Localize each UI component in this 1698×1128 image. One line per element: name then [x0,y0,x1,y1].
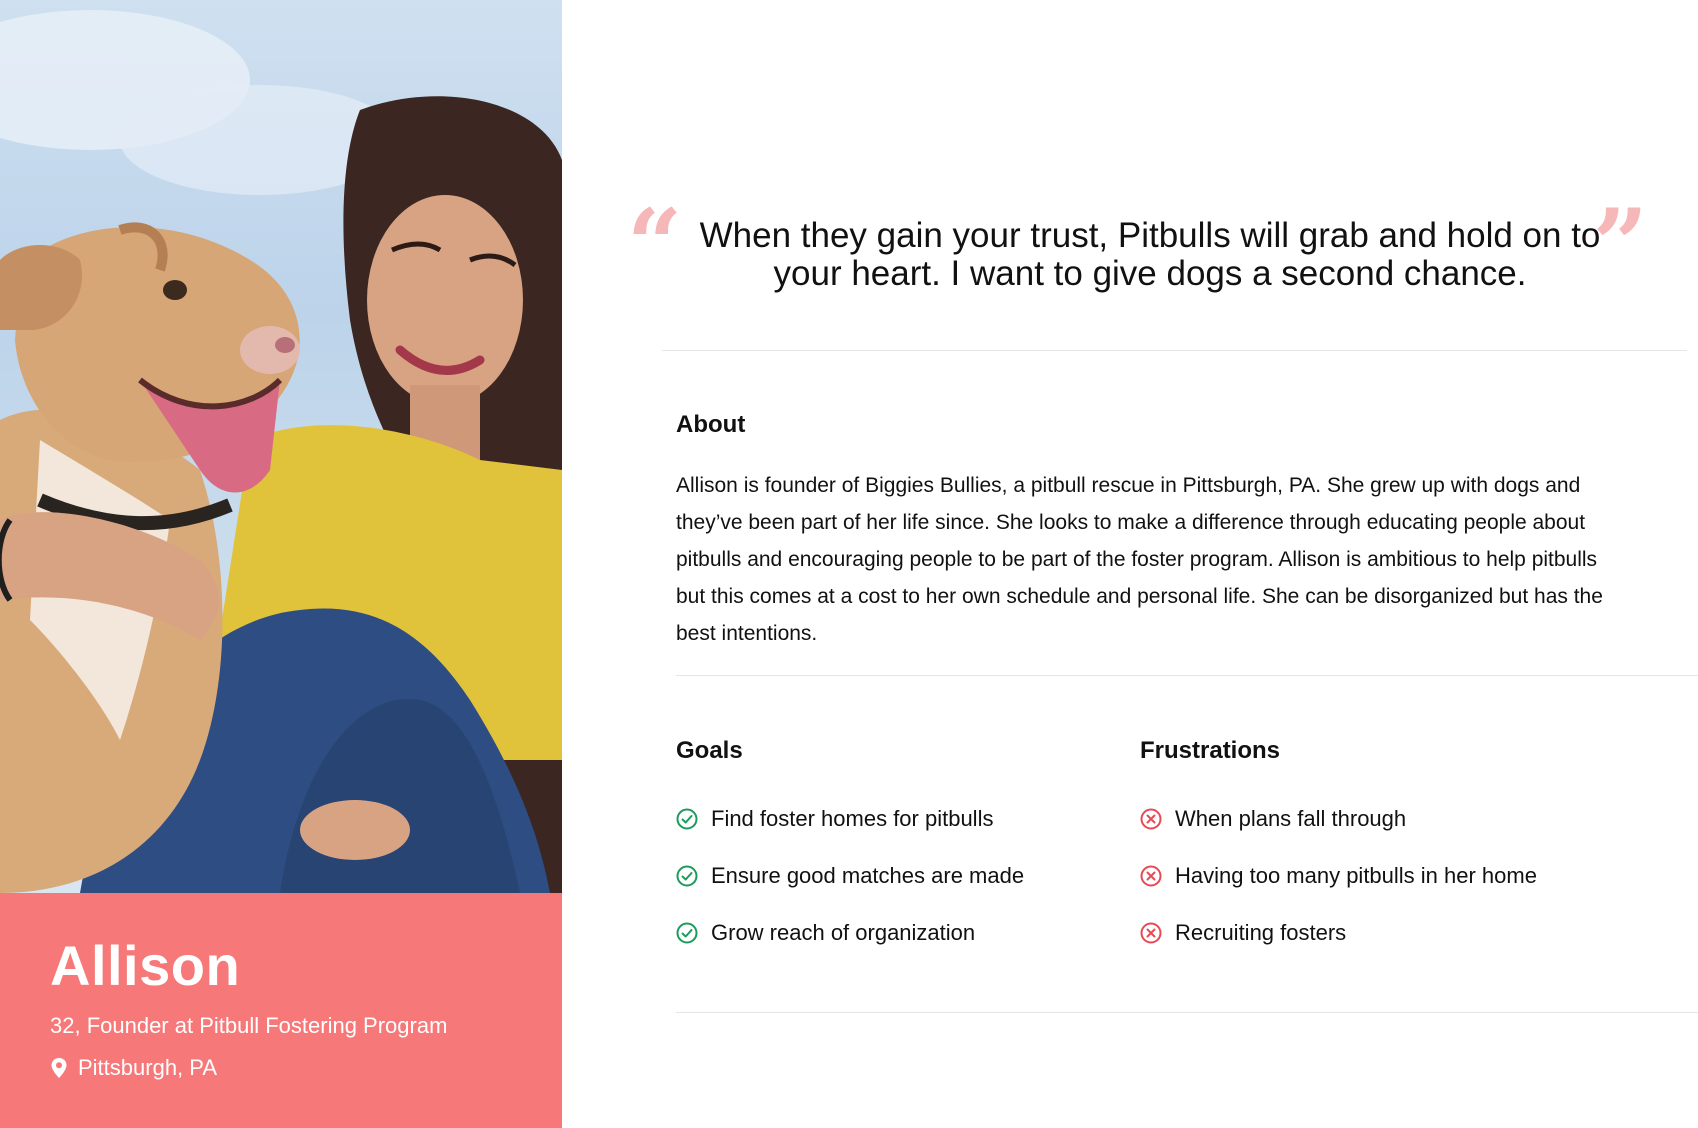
persona-role: 32, Founder at Pitbull Fostering Program [50,1013,448,1038]
frustration-text: When plans fall through [1175,805,1407,831]
frustrations-title: Frustrations [1140,737,1281,764]
check-circle-icon [676,808,698,829]
divider [676,1012,1698,1013]
goal-item: Ensure good matches are made [676,847,1024,904]
x-circle-icon [1140,808,1162,829]
quote-text: When they gain your trust, Pitbulls will… [699,216,1601,293]
frustrations-list: When plans fall through Having too many … [1140,790,1537,961]
open-quote-icon: “ [627,188,683,301]
frustration-item: When plans fall through [1140,790,1537,847]
frustration-text: Recruiting fosters [1175,919,1347,945]
goal-item: Find foster homes for pitbulls [676,790,1024,847]
goals-title: Goals [676,737,743,764]
frustration-item: Recruiting fosters [1140,904,1537,961]
persona-name: Allison [50,934,241,997]
persona-card: Allison 32, Founder at Pitbull Fostering… [0,893,562,1128]
check-circle-icon [676,922,698,943]
divider [676,675,1698,676]
frustration-item: Having too many pitbulls in her home [1140,847,1537,904]
persona-location: Pittsburgh, PA [50,1055,217,1081]
about-title: About [676,411,746,438]
x-circle-icon [1140,865,1162,886]
check-circle-icon [676,865,698,886]
map-pin-icon [51,1058,67,1078]
divider [662,350,1687,351]
persona-photo [0,0,562,893]
goal-text: Ensure good matches are made [711,862,1025,888]
goal-text: Find foster homes for pitbulls [711,805,994,831]
x-circle-icon [1140,922,1162,943]
frustration-text: Having too many pitbulls in her home [1175,862,1537,888]
goal-item: Grow reach of organization [676,904,1024,961]
persona-location-text: Pittsburgh, PA [78,1055,217,1080]
woman-with-dog-photo-illustration [0,10,562,893]
about-text: Allison is founder of Biggies Bullies, a… [676,474,1603,645]
goal-text: Grow reach of organization [711,919,976,945]
close-quote-icon: ” [1592,188,1648,301]
persona-quote: “ When they gain your trust, Pitbulls wi… [625,197,1660,305]
persona-panel: Allison 32, Founder at Pitbull Fostering… [0,0,562,1128]
goals-list: Find foster homes for pitbulls Ensure go… [676,790,1024,961]
